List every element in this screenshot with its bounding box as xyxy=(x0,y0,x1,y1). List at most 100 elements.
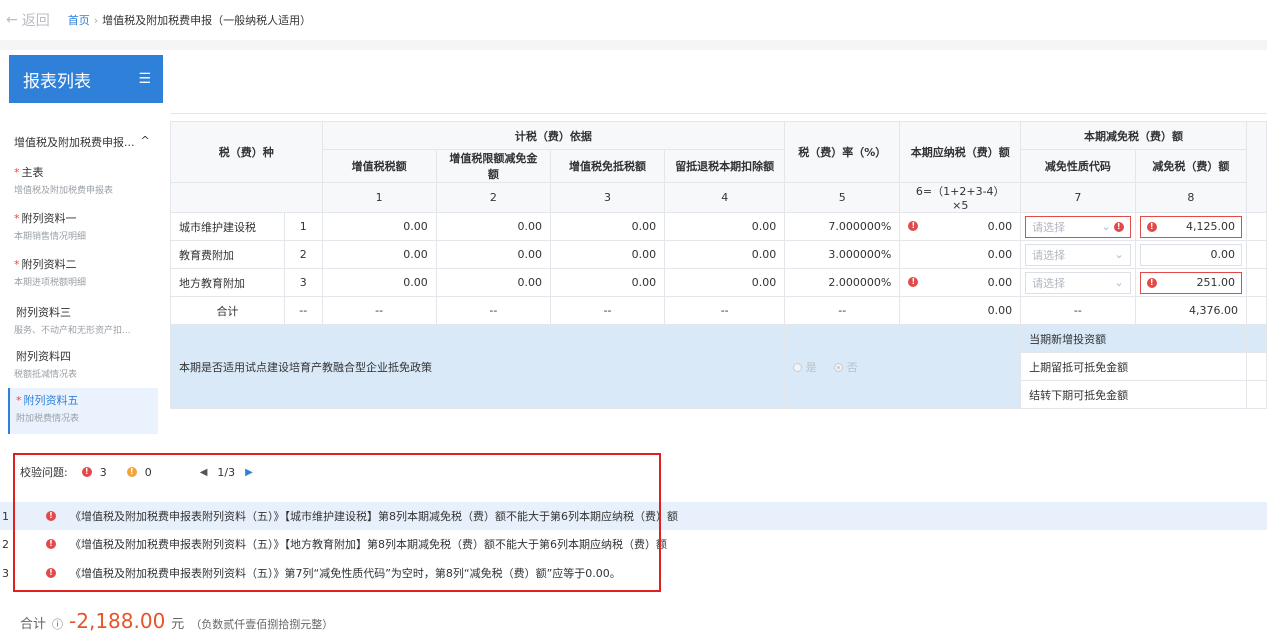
cell-value: -- xyxy=(321,296,437,325)
cell-relief-code: 请选择 ⌄ xyxy=(1020,268,1136,297)
sidebar-item-attach-1[interactable]: * 附列资料一 本期销售情况明细 xyxy=(14,210,164,242)
info-icon[interactable]: ⓘ xyxy=(52,616,63,632)
cell-value: 4,376.00 xyxy=(1134,296,1247,325)
back-label: 返回 xyxy=(21,13,50,29)
sidebar-item-sub: 增值税及附加税费申报表 xyxy=(14,186,114,196)
arrow-left-icon: ← xyxy=(6,12,18,28)
policy-label: 结转下期可抵免金额 xyxy=(1020,380,1247,409)
item-message: 《增值税及附加税费申报表附列资料（五）》【地方教育附加】第8列本期减免税（费）额… xyxy=(70,538,667,551)
cell-value[interactable]: 0.00 xyxy=(549,212,666,241)
page-indicator: 1/3 xyxy=(217,465,236,479)
relief-code-select[interactable]: 请选择 ⌄! xyxy=(1025,215,1131,238)
report-panel: 税（费）种 计税（费）依据 税（费）率（%） 本期应纳税（费）额 本期减免税（费… xyxy=(170,50,1267,452)
cell-relief-code: 请选择 ⌄ xyxy=(1020,240,1136,269)
cell-value[interactable]: 0.00 xyxy=(435,240,551,269)
sidebar-title: 报表列表 xyxy=(23,71,91,92)
sidebar-item-main[interactable]: * 主表 增值税及附加税费申报表 xyxy=(14,164,164,196)
total-words: （负数贰仟壹佰捌拾捌元整） xyxy=(190,618,334,631)
row-name: 教育费附加 xyxy=(170,240,285,269)
total-row: 合计 -- -- -- -- -- -- 0.00 -- 4,376.00 xyxy=(170,296,1267,325)
error-icon: ! xyxy=(46,568,56,578)
cell-relief-amt: ! 251.00 xyxy=(1134,268,1247,297)
cell-value[interactable]: 0.00 xyxy=(321,240,437,269)
header-payable: 本期应纳税（费）额 xyxy=(899,121,1022,183)
header-limit: 增值税限额减免金额 xyxy=(435,149,551,183)
index-cell: 5 xyxy=(784,182,901,213)
item-message: 《增值税及附加税费申报表附列资料（五）》第7列“减免性质代码”为空时，第8列“减… xyxy=(70,567,621,580)
top-bar: ← 返回 首页 › 增值税及附加税费申报（一般纳税人适用） xyxy=(0,0,1267,40)
header-vat: 增值税税额 xyxy=(321,149,437,183)
sidebar-item-attach-3[interactable]: 附列资料三 服务、不动产和无形资产扣... xyxy=(14,304,164,336)
prev-arrow-icon[interactable]: ◀ xyxy=(200,467,208,478)
cell-value[interactable]: 0.00 xyxy=(321,268,437,297)
cell-value: -- xyxy=(549,296,666,325)
error-icon: ! xyxy=(908,277,919,287)
header-basis-group: 计税（费）依据 xyxy=(321,121,786,150)
cell-value[interactable]: 0.00 xyxy=(435,212,551,241)
breadcrumb: 首页 › 增值税及附加税费申报（一般纳税人适用） xyxy=(68,12,311,28)
total-unit: 元 xyxy=(171,617,185,632)
validation-label: 校验问题: xyxy=(20,466,68,479)
validation-item[interactable]: 2 ! 《增值税及附加税费申报表附列资料（五）》【地方教育附加】第8列本期减免税… xyxy=(0,530,1267,558)
cell-value[interactable]: 0.00 xyxy=(664,268,786,297)
index-cell xyxy=(170,182,323,213)
total-label: 合计 xyxy=(20,617,47,632)
next-arrow-icon[interactable]: ▶ xyxy=(245,467,253,478)
report-header-area xyxy=(170,50,1267,114)
chevron-right-icon: › xyxy=(93,13,99,27)
relief-code-select[interactable]: 请选择 ⌄ xyxy=(1025,271,1131,294)
header-overflow xyxy=(1245,121,1267,213)
cell-relief-amt: 0.00 xyxy=(1134,240,1247,269)
relief-amount-input[interactable]: ! 251.00 xyxy=(1139,271,1242,294)
validation-pager: ◀ 1/3 ▶ xyxy=(200,466,253,479)
sidebar-header: 报表列表 ☰ xyxy=(9,55,163,103)
error-icon: ! xyxy=(908,221,919,231)
radio-no[interactable] xyxy=(834,363,844,372)
relief-amount-input[interactable]: ! 4,125.00 xyxy=(1139,215,1242,238)
cell-relief-code: 请选择 ⌄! xyxy=(1020,212,1136,241)
cell-value[interactable]: 0.00 xyxy=(321,212,437,241)
sidebar-item-sub: 服务、不动产和无形资产扣... xyxy=(14,326,131,336)
relief-code-select[interactable]: 请选择 ⌄ xyxy=(1025,243,1131,266)
sidebar-group-vat[interactable]: 增值税及附加税费申报... ^ xyxy=(14,134,150,150)
sidebar-item-label: 附列资料四 xyxy=(16,350,71,363)
cell-value[interactable]: 0.00 xyxy=(664,212,786,241)
cell-payable: 0.00 xyxy=(899,240,1022,269)
cell-value[interactable]: 0.00 xyxy=(549,268,666,297)
policy-label: 当期新增投资额 xyxy=(1020,324,1247,353)
policy-question: 本期是否适用试点建设培育产教融合型企业抵免政策 xyxy=(170,324,786,409)
total-amount: -2,188.00 xyxy=(69,609,166,633)
validation-item[interactable]: 3 ! 《增值税及附加税费申报表附列资料（五）》第7列“减免性质代码”为空时，第… xyxy=(0,559,1267,587)
back-button[interactable]: ← 返回 xyxy=(6,10,50,30)
chevron-down-icon: ⌄ xyxy=(1114,248,1124,261)
sidebar-item-attach-5[interactable]: * 附列资料五 附加税费情况表 xyxy=(8,388,158,434)
breadcrumb-home-link[interactable]: 首页 xyxy=(68,12,90,28)
table-row: 城市维护建设税 1 0.00 0.00 0.00 0.00 7.000000% … xyxy=(170,212,1267,241)
cell-value[interactable]: 0.00 xyxy=(435,268,551,297)
error-icon: ! xyxy=(1146,277,1157,288)
radio-yes[interactable] xyxy=(793,363,803,372)
sidebar-item-attach-2[interactable]: * 附列资料二 本期进项税额明细 xyxy=(14,256,164,288)
warning-count: 0 xyxy=(144,465,152,479)
header-relief-code: 减免性质代码 xyxy=(1020,149,1136,183)
cell-value: 0.00 xyxy=(899,296,1022,325)
header-relief-amt: 减免税（费）额 xyxy=(1134,149,1247,183)
relief-amount-input[interactable]: 0.00 xyxy=(1139,243,1242,266)
cell-payable: ! 0.00 xyxy=(899,212,1022,241)
validation-item[interactable]: 1 ! 《增值税及附加税费申报表附列资料（五）》【城市维护建设税】第8列本期减免… xyxy=(0,502,1267,530)
sidebar-item-attach-4[interactable]: 附列资料四 税额抵减情况表 xyxy=(14,348,164,380)
header-rate: 税（费）率（%） xyxy=(784,121,901,183)
collapse-menu-icon[interactable]: ☰ xyxy=(138,71,151,87)
cell-value[interactable]: 0.00 xyxy=(664,240,786,269)
chevron-up-icon: ^ xyxy=(140,134,150,147)
cell-value: -- xyxy=(1020,296,1136,325)
cell-value[interactable]: 0.00 xyxy=(549,240,666,269)
table-row: 地方教育附加 3 0.00 0.00 0.00 0.00 2.000000% !… xyxy=(170,268,1267,297)
index-cell: 2 xyxy=(435,182,551,213)
chevron-down-icon: ⌄ xyxy=(1114,276,1124,289)
header-refund: 留抵退税本期扣除额 xyxy=(664,149,786,183)
sidebar: 报表列表 ☰ 增值税及附加税费申报... ^ * 主表 增值税及附加税费申报表 *… xyxy=(4,50,164,452)
validation-panel: 校验问题: ! 3 ! 0 ◀ 1/3 ▶ 1 ! 《增值税及附加税费申报表附列… xyxy=(0,452,1267,592)
row-name: 地方教育附加 xyxy=(170,268,285,297)
item-message: 《增值税及附加税费申报表附列资料（五）》【城市维护建设税】第8列本期减免税（费）… xyxy=(70,510,678,523)
